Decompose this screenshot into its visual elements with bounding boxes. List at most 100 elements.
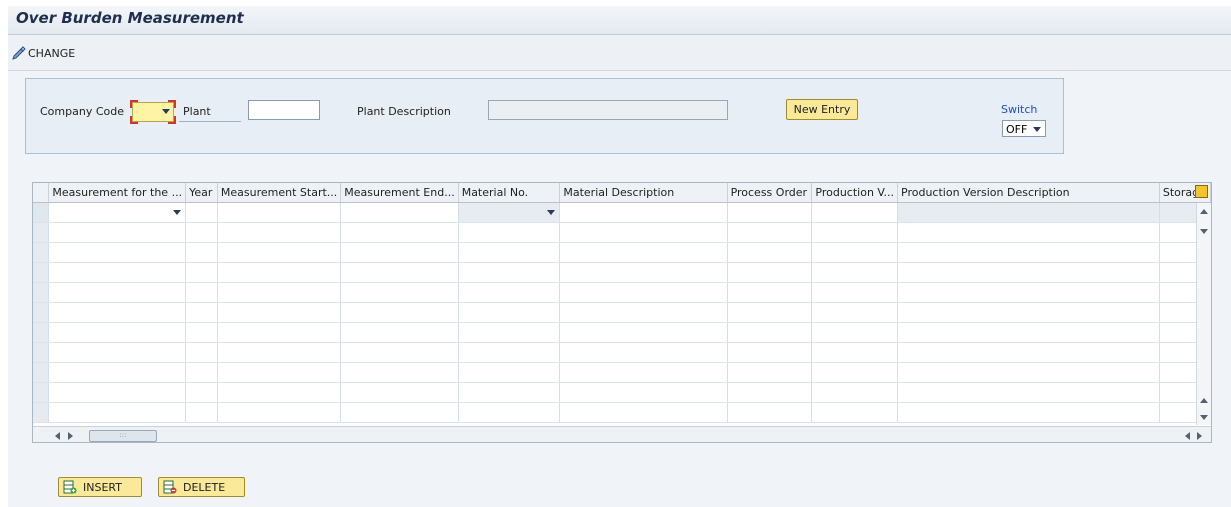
- switch-value: OFF: [1006, 123, 1028, 136]
- table-cell: [811, 242, 899, 263]
- row-selector[interactable]: [33, 342, 50, 363]
- table-cell: [340, 242, 459, 263]
- vertical-scrollbar[interactable]: [1196, 203, 1211, 425]
- table-cell: [458, 382, 561, 403]
- table-cell[interactable]: [185, 202, 218, 223]
- table-cell: [727, 362, 813, 383]
- table-cell[interactable]: [217, 202, 342, 223]
- column-header[interactable]: Measurement for the ...: [48, 183, 187, 203]
- scroll-up-icon[interactable]: [1200, 398, 1208, 403]
- table-cell[interactable]: [727, 202, 813, 223]
- header-panel: Company Code Plant Plant Description New…: [25, 78, 1064, 154]
- row-selector[interactable]: [33, 242, 50, 263]
- table-cell: [897, 202, 1160, 223]
- table-row: [33, 302, 1211, 323]
- column-header[interactable]: Material No.: [458, 183, 561, 203]
- table-cell: [811, 322, 899, 343]
- table-cell: [217, 302, 342, 323]
- table-cell: [727, 342, 813, 363]
- table-cell: [458, 202, 561, 223]
- table-cell: [727, 242, 813, 263]
- title-bar: Over Burden Measurement: [8, 6, 1231, 35]
- insert-button[interactable]: INSERT: [58, 477, 142, 497]
- table-cell: [217, 222, 342, 243]
- table-cell: [727, 262, 813, 283]
- scroll-left-icon[interactable]: [1185, 432, 1190, 440]
- column-header[interactable]: Year: [185, 183, 218, 203]
- column-header[interactable]: Measurement Start...: [217, 183, 342, 203]
- table-cell: [897, 382, 1160, 403]
- table-row: [33, 382, 1211, 403]
- table-cell[interactable]: [340, 202, 459, 223]
- row-selector[interactable]: [33, 402, 50, 423]
- table-cell: [811, 362, 899, 383]
- required-mark: [168, 116, 176, 124]
- table-cell[interactable]: [811, 202, 899, 223]
- row-selector[interactable]: [33, 262, 50, 283]
- chevron-down-icon[interactable]: [173, 210, 182, 215]
- table-row: [33, 342, 1211, 363]
- scroll-left-icon[interactable]: [55, 432, 60, 440]
- row-selector[interactable]: [33, 382, 50, 403]
- table-row: [33, 262, 1211, 283]
- scroll-down-icon[interactable]: [1200, 415, 1208, 420]
- scroll-up-icon[interactable]: [1200, 209, 1208, 214]
- change-label: CHANGE: [28, 46, 76, 60]
- chevron-down-icon[interactable]: [547, 210, 556, 215]
- table-cell: [458, 402, 561, 423]
- row-selector[interactable]: [33, 322, 50, 343]
- table-row: [33, 202, 1211, 223]
- column-header[interactable]: Measurement End...: [340, 183, 459, 203]
- column-header[interactable]: Production V...: [811, 183, 899, 203]
- company-code-label: Company Code: [40, 105, 124, 118]
- row-selector[interactable]: [33, 282, 50, 303]
- column-header[interactable]: Material Description: [559, 183, 728, 203]
- row-selector[interactable]: [33, 202, 50, 223]
- delete-button[interactable]: DELETE: [158, 477, 245, 497]
- row-selector[interactable]: [33, 222, 50, 243]
- row-selector-header[interactable]: [33, 183, 50, 203]
- scroll-right-icon[interactable]: [1197, 432, 1202, 440]
- table-cell: [811, 382, 899, 403]
- table-cell: [811, 262, 899, 283]
- plant-underline: [179, 121, 241, 122]
- change-button[interactable]: CHANGE: [12, 46, 75, 60]
- table-cell: [811, 402, 899, 423]
- table-cell[interactable]: [48, 202, 187, 223]
- table-cell: [217, 342, 342, 363]
- column-settings-icon[interactable]: [1195, 185, 1208, 198]
- table-cell: [185, 282, 218, 303]
- company-code-dropdown[interactable]: [130, 100, 176, 124]
- table-cell: [48, 362, 187, 383]
- table-cell: [559, 342, 728, 363]
- table-cell: [458, 242, 561, 263]
- table-cell: [217, 262, 342, 283]
- scroll-thumb[interactable]: :::: [89, 430, 157, 442]
- app-window: Over Burden Measurement CHANGE Company C…: [8, 6, 1231, 507]
- row-selector[interactable]: [33, 302, 50, 323]
- horizontal-scrollbar[interactable]: :::: [33, 426, 1211, 442]
- data-grid: Measurement for the ... Year Measurement…: [32, 182, 1212, 443]
- plant-input[interactable]: [248, 100, 320, 120]
- row-selector[interactable]: [33, 362, 50, 383]
- table-cell: [185, 402, 218, 423]
- scroll-down-icon[interactable]: [1200, 229, 1208, 234]
- column-header[interactable]: Production Version Description: [897, 183, 1160, 203]
- table-cell: [48, 322, 187, 343]
- table-cell: [458, 282, 561, 303]
- column-header[interactable]: Storag: [1159, 183, 1211, 203]
- switch-select[interactable]: OFF: [1002, 120, 1046, 137]
- scroll-right-icon[interactable]: [68, 432, 73, 440]
- table-cell: [897, 402, 1160, 423]
- switch-label: Switch: [1001, 103, 1038, 116]
- table-cell: [217, 402, 342, 423]
- table-cell: [727, 382, 813, 403]
- table-cell: [811, 282, 899, 303]
- column-header-label: Storag: [1162, 186, 1200, 199]
- table-cell: [48, 382, 187, 403]
- new-entry-button[interactable]: New Entry: [786, 99, 858, 120]
- table-cell: [727, 302, 813, 323]
- column-header[interactable]: Process Order: [727, 183, 813, 203]
- table-cell: [559, 402, 728, 423]
- table-cell[interactable]: [559, 202, 728, 223]
